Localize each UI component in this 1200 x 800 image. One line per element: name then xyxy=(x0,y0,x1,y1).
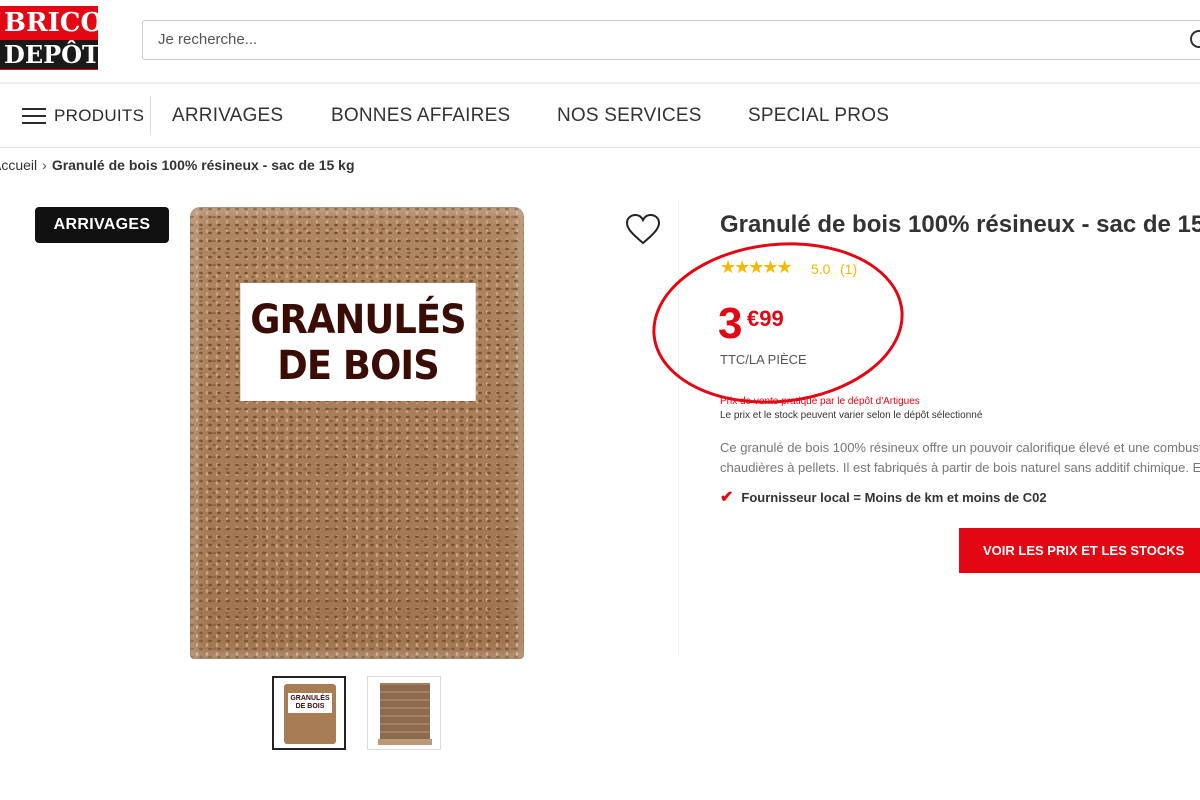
check-icon: ✔ xyxy=(720,489,734,506)
main-nav: PRODUITS ARRIVAGES BONNES AFFAIRES NOS S… xyxy=(0,96,1200,136)
logo-line2: DEPÔT xyxy=(0,40,100,69)
header-divider xyxy=(0,82,1200,84)
thumbnail-pallet-base xyxy=(378,739,432,745)
breadcrumb-home[interactable]: Accueil xyxy=(0,157,37,173)
nav-item-special-pros[interactable]: SPECIAL PROS xyxy=(748,105,889,127)
feature-text: Fournisseur local = Moins de km et moins… xyxy=(741,490,1047,505)
price-store-note: Prix de vente pratiqué par le dépôt d'Ar… xyxy=(720,396,920,407)
brico-depot-logo[interactable]: BRICO DEPÔT xyxy=(0,6,103,70)
gallery-divider xyxy=(678,200,679,655)
stock-note: Le prix et le stock peuvent varier selon… xyxy=(720,410,983,421)
see-prices-stock-button[interactable]: VOIR LES PRIX ET LES STOCKS xyxy=(959,528,1200,573)
logo-line1: BRICO xyxy=(4,8,104,38)
wishlist-button[interactable] xyxy=(625,213,661,246)
nav-divider-line xyxy=(0,147,1200,148)
chevron-right-icon: › xyxy=(42,157,47,173)
products-menu-label: PRODUITS xyxy=(54,106,145,125)
search-icon[interactable] xyxy=(1190,30,1200,48)
nav-item-arrivages[interactable]: ARRIVAGES xyxy=(172,105,283,127)
nav-item-nos-services[interactable]: NOS SERVICES xyxy=(557,105,702,127)
feature-item: ✔ Fournisseur local = Moins de km et moin… xyxy=(720,487,1047,507)
highlight-circle xyxy=(644,230,912,416)
nav-divider xyxy=(150,96,151,134)
description-line-2: chaudières à pellets. Il est fabriqués à… xyxy=(720,460,1200,475)
thumbnail-bag[interactable]: GRANULÉS DE BOIS xyxy=(272,676,346,750)
breadcrumb: Accueil ›Granulé de bois 100% résineux - … xyxy=(0,157,355,173)
product-title: Granulé de bois 100% résineux - sac de 1… xyxy=(720,211,1200,238)
products-menu-button[interactable]: PRODUITS xyxy=(22,106,144,126)
search-input[interactable] xyxy=(158,31,1058,48)
heart-icon xyxy=(625,213,661,245)
product-description: Ce granulé de bois 100% résineux offre u… xyxy=(720,438,1200,478)
search-bar xyxy=(142,20,1200,60)
nav-item-bonnes-affaires[interactable]: BONNES AFFAIRES xyxy=(331,105,510,127)
description-line-1: Ce granulé de bois 100% résineux offre u… xyxy=(720,440,1200,455)
arrivages-badge: ARRIVAGES xyxy=(35,207,169,243)
thumbnail-pallet[interactable] xyxy=(367,676,441,750)
menu-icon xyxy=(22,107,46,125)
product-image-label: GRANULÉS DE BOIS xyxy=(240,283,476,401)
thumbnail-bag-label: GRANULÉS DE BOIS xyxy=(288,693,332,713)
product-image[interactable] xyxy=(190,207,524,659)
breadcrumb-current: Granulé de bois 100% résineux - sac de 1… xyxy=(51,157,355,173)
thumbnail-pallet-image xyxy=(380,683,430,739)
